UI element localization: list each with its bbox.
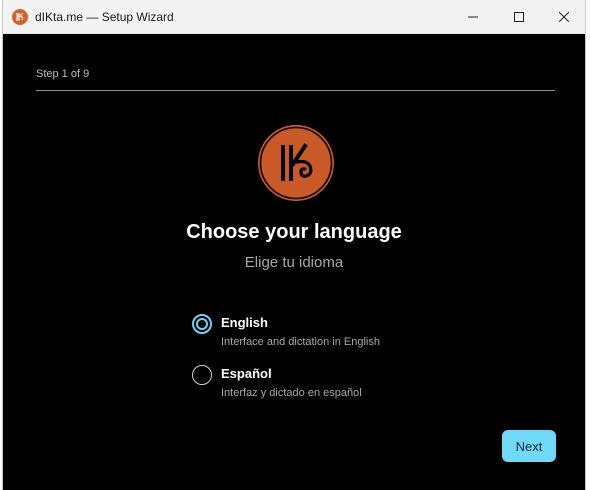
dikta-logo-icon	[258, 125, 334, 201]
radio-english[interactable]	[192, 314, 212, 334]
option-label-spanish: Español	[221, 366, 272, 381]
language-option-english[interactable]: English Interface and dictation in Engli…	[191, 312, 431, 352]
window-title: dIKta.me — Setup Wizard	[35, 10, 174, 24]
minimize-icon	[468, 16, 478, 17]
step-divider	[36, 90, 555, 91]
option-description-spanish: Interfaz y dictado en español	[221, 387, 362, 399]
close-button[interactable]	[541, 0, 587, 33]
next-button[interactable]: Next	[502, 430, 556, 462]
option-label-english: English	[221, 315, 268, 330]
page-subtitle: Elige tu idioma	[244, 254, 344, 271]
step-indicator: Step 1 of 9	[36, 68, 90, 80]
setup-wizard-window: dIKta.me — Setup Wizard Step 1 of 9 Choo…	[2, 0, 586, 490]
language-option-spanish[interactable]: Español Interfaz y dictado en español	[191, 363, 431, 403]
wizard-content: Step 1 of 9 Choose your language Elige t…	[3, 34, 585, 490]
maximize-icon	[514, 11, 524, 22]
app-logo-icon	[12, 9, 28, 25]
maximize-button[interactable]	[496, 0, 542, 33]
page-title: Choose your language	[186, 221, 402, 243]
option-description-english: Interface and dictation in English	[221, 336, 380, 348]
title-bar[interactable]: dIKta.me — Setup Wizard	[3, 0, 585, 34]
minimize-button[interactable]	[450, 0, 496, 33]
radio-spanish[interactable]	[192, 365, 212, 385]
close-icon	[559, 11, 569, 22]
